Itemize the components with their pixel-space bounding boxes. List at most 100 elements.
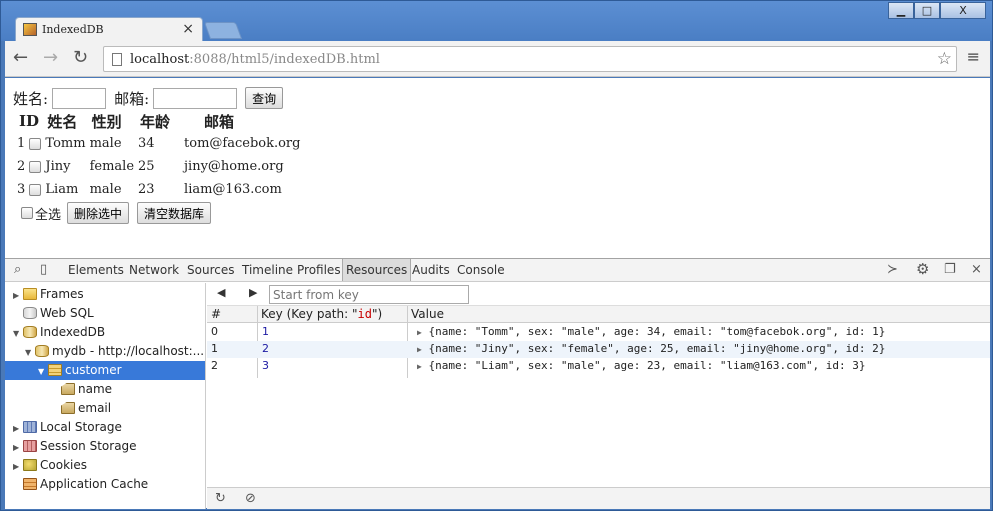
new-tab-button[interactable] (203, 22, 243, 39)
dock-side-icon[interactable]: ❐ (944, 262, 956, 277)
index-icon (61, 383, 75, 395)
table-header-row: ID 姓名 性别 年龄 邮箱 (15, 110, 302, 132)
device-mode-icon[interactable]: ▯ (40, 262, 47, 277)
row-checkbox[interactable] (29, 183, 42, 196)
inspect-search-icon[interactable]: ⌕ (14, 262, 21, 277)
column-header-key: Key (Key path: "id") (261, 307, 383, 321)
close-window-button[interactable]: X (940, 2, 986, 19)
devtools-panel: ⌕ ▯ Elements Network Sources Timeline Pr… (5, 258, 990, 509)
entry-key: 2 (262, 342, 269, 355)
expand-arrow-icon[interactable]: ▶ (13, 438, 23, 457)
row-name: Liam (45, 182, 79, 197)
tree-item-local-storage[interactable]: ▶ Local Storage (13, 418, 122, 437)
expand-arrow-icon[interactable]: ▶ (13, 286, 23, 305)
table-row[interactable]: 1 2 ▶ {name: "Jiny", sex: "female", age:… (207, 341, 990, 358)
tab-profiles[interactable]: Profiles (297, 263, 341, 277)
tab-timeline[interactable]: Timeline (242, 263, 293, 277)
refresh-icon[interactable]: ↻ (215, 491, 226, 506)
name-input[interactable] (52, 87, 107, 109)
column-header: 性别 (91, 112, 122, 131)
table-actions: 全选 删除选中 清空数据库 (21, 202, 212, 224)
clear-database-button[interactable]: 清空数据库 (137, 202, 212, 224)
delete-selected-button[interactable]: 删除选中 (67, 202, 130, 224)
row-age: 23 (138, 182, 155, 197)
collapse-arrow-icon[interactable]: ▼ (38, 362, 48, 381)
object-store-status-bar: ↻ ⊘ (207, 487, 990, 509)
bookmark-star-icon[interactable]: ☆ (937, 49, 952, 69)
tab-title: IndexedDB (42, 23, 104, 36)
tree-item-mydb[interactable]: ▼ mydb - http://localhost:... (25, 342, 204, 361)
reload-icon[interactable]: ↻ (73, 49, 88, 67)
local-storage-icon (23, 421, 37, 433)
table-row[interactable]: 0 1 ▶ {name: "Tomm", sex: "male", age: 3… (207, 324, 990, 341)
select-all-label: 全选 (35, 207, 62, 223)
expand-arrow-icon[interactable]: ▶ (13, 457, 23, 476)
maximize-button[interactable]: □ (914, 2, 940, 19)
favicon-icon (23, 23, 37, 36)
tree-item-session-storage[interactable]: ▶ Session Storage (13, 437, 137, 456)
tab-elements[interactable]: Elements (68, 263, 124, 277)
search-form: 姓名: 邮箱: 查询 (13, 87, 284, 109)
column-header: 姓名 (47, 112, 78, 131)
collapse-arrow-icon[interactable]: ▼ (25, 343, 35, 362)
session-storage-icon (23, 440, 37, 452)
select-all-checkbox[interactable] (21, 207, 33, 219)
tree-item-customer[interactable]: ▼ customer (5, 361, 205, 380)
table-row: 3 Liam male 23 liam@163.com (15, 178, 302, 201)
tree-item-indexeddb[interactable]: ▼ IndexedDB (13, 323, 105, 342)
people-table: ID 姓名 性别 年龄 邮箱 1 Tomm male 34 tom@facebo… (15, 110, 302, 201)
table-row[interactable]: 2 3 ▶ {name: "Liam", sex: "male", age: 2… (207, 358, 990, 375)
tree-item-frames[interactable]: ▶ Frames (13, 285, 84, 304)
entry-key: 1 (262, 325, 269, 338)
entry-value: ▶ {name: "Jiny", sex: "female", age: 25,… (417, 342, 886, 355)
tree-item-cookies[interactable]: ▶ Cookies (13, 456, 87, 475)
tree-item-index-name[interactable]: name (61, 380, 112, 399)
tab-sources[interactable]: Sources (187, 263, 234, 277)
entry-index: 2 (211, 359, 218, 372)
email-label: 邮箱: (114, 89, 150, 108)
tab-network[interactable]: Network (129, 263, 179, 277)
back-arrow-icon[interactable]: ← (13, 49, 28, 67)
address-bar[interactable]: localhost:8088/html5/indexedDB.html ☆ (103, 46, 957, 72)
console-drawer-icon[interactable]: ≻ (887, 262, 898, 277)
row-email: tom@facebok.org (184, 136, 301, 151)
expand-arrow-icon[interactable]: ▶ (417, 328, 422, 337)
forward-arrow-icon[interactable]: → (43, 49, 58, 67)
collapse-arrow-icon[interactable]: ▼ (13, 324, 23, 343)
object-store-toolbar: ◀ ▶ (207, 283, 990, 306)
prev-page-icon[interactable]: ◀ (217, 286, 225, 299)
query-button[interactable]: 查询 (245, 87, 284, 109)
row-email: jiny@home.org (184, 159, 284, 174)
close-devtools-icon[interactable]: × (971, 262, 982, 277)
clear-object-store-icon[interactable]: ⊘ (245, 491, 256, 506)
column-header: 邮箱 (204, 112, 235, 131)
settings-gear-icon[interactable]: ⚙ (916, 260, 929, 278)
tab-resources[interactable]: Resources (342, 259, 412, 281)
tab-audits[interactable]: Audits (412, 263, 450, 277)
next-page-icon[interactable]: ▶ (249, 286, 257, 299)
start-from-key-input[interactable] (269, 285, 469, 304)
email-input[interactable] (153, 87, 238, 109)
column-header: ID (19, 112, 40, 130)
row-age: 34 (138, 136, 155, 151)
expand-arrow-icon[interactable]: ▶ (417, 362, 422, 371)
tab-close-icon[interactable]: × (182, 21, 194, 37)
expand-arrow-icon[interactable]: ▶ (13, 419, 23, 438)
minimize-button[interactable]: ▁ (888, 2, 914, 19)
tree-item-web-sql[interactable]: Web SQL (23, 304, 94, 323)
index-icon (61, 402, 75, 414)
row-email: liam@163.com (184, 182, 282, 197)
table-row: 1 Tomm male 34 tom@facebok.org (15, 132, 302, 155)
menu-icon[interactable]: ≡ (967, 49, 980, 65)
row-sex: male (89, 136, 122, 151)
tree-item-application-cache[interactable]: Application Cache (23, 475, 148, 494)
row-checkbox[interactable] (29, 137, 42, 150)
expand-arrow-icon[interactable]: ▶ (417, 345, 422, 354)
table-row: 2 Jiny female 25 jiny@home.org (15, 155, 302, 178)
cookie-icon (23, 459, 37, 471)
tab-console[interactable]: Console (457, 263, 505, 277)
row-checkbox[interactable] (29, 160, 42, 173)
tree-item-index-email[interactable]: email (61, 399, 111, 418)
data-grid-header: # Key (Key path: "id") Value (207, 306, 990, 323)
browser-tab[interactable]: IndexedDB × (15, 17, 203, 42)
